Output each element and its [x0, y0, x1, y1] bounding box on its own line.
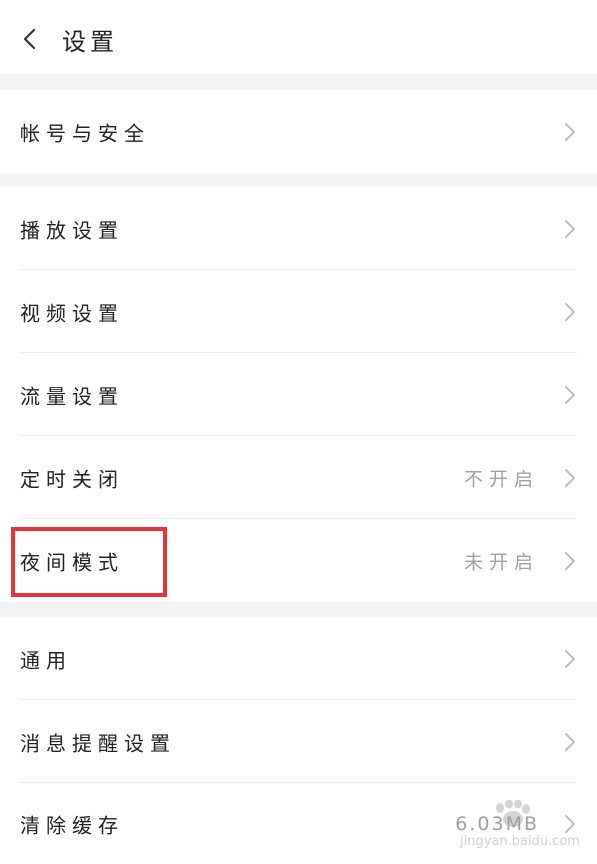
app-header: 设置 — [0, 0, 597, 74]
section-divider — [0, 602, 597, 617]
settings-item-night-mode[interactable]: 夜间模式 未开启 — [0, 519, 597, 602]
settings-item-value: 未开启 — [463, 551, 539, 573]
chevron-right-icon — [565, 649, 575, 668]
page-title: 设置 — [62, 28, 118, 56]
back-button[interactable] — [14, 24, 44, 54]
chevron-right-icon — [565, 302, 575, 321]
chevron-right-icon — [565, 468, 575, 487]
settings-item-data-traffic[interactable]: 流量设置 — [0, 353, 597, 436]
settings-item-label: 通用 — [20, 648, 72, 672]
settings-item-playback[interactable]: 播放设置 — [0, 187, 597, 270]
settings-item-label: 帐号与安全 — [20, 121, 150, 145]
section-divider — [0, 74, 597, 90]
settings-item-label: 定时关闭 — [20, 467, 124, 491]
settings-item-video[interactable]: 视频设置 — [0, 270, 597, 353]
settings-item-value: 6.03MB — [455, 812, 539, 835]
chevron-right-icon — [565, 122, 575, 141]
chevron-right-icon — [565, 732, 575, 751]
settings-item-label: 视频设置 — [20, 301, 124, 325]
settings-item-notifications[interactable]: 消息提醒设置 — [0, 700, 597, 783]
settings-item-value: 不开启 — [463, 468, 539, 490]
chevron-left-icon — [23, 28, 36, 50]
settings-item-label: 夜间模式 — [20, 550, 124, 574]
settings-item-label: 清除缓存 — [20, 813, 124, 837]
chevron-right-icon — [565, 814, 575, 833]
chevron-right-icon — [565, 385, 575, 404]
chevron-right-icon — [565, 551, 575, 570]
settings-item-label: 消息提醒设置 — [20, 731, 176, 755]
settings-item-label: 播放设置 — [20, 218, 124, 242]
section-divider — [0, 173, 597, 187]
settings-item-clear-cache[interactable]: 清除缓存 6.03MB — [0, 783, 597, 864]
chevron-right-icon — [565, 219, 575, 238]
settings-item-label: 流量设置 — [20, 384, 124, 408]
settings-item-general[interactable]: 通用 — [0, 617, 597, 700]
settings-item-sleep-timer[interactable]: 定时关闭 不开启 — [0, 436, 597, 519]
settings-item-account-security[interactable]: 帐号与安全 — [0, 90, 597, 173]
